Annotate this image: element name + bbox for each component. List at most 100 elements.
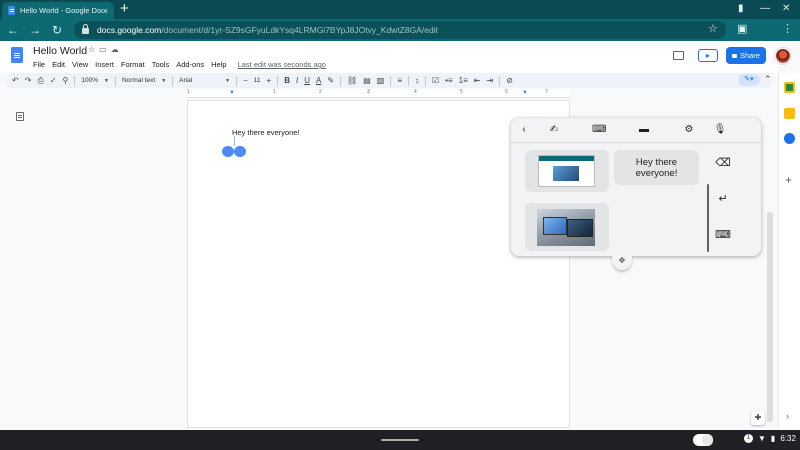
system-shelf: 1 ▼ ▮ 6:32 bbox=[0, 430, 800, 450]
pencil-icon: ✎▾ bbox=[744, 76, 754, 83]
checklist-icon[interactable]: ☑ bbox=[432, 76, 439, 85]
keep-icon[interactable] bbox=[784, 108, 795, 119]
explore-button[interactable]: ✚ bbox=[751, 411, 765, 425]
back-icon[interactable]: ← bbox=[2, 23, 24, 37]
increase-indent-icon[interactable]: ⇥ bbox=[486, 76, 493, 85]
text-color-button[interactable]: A bbox=[316, 76, 321, 85]
chevron-down-icon: ▼ bbox=[225, 77, 231, 84]
bold-button[interactable]: B bbox=[284, 76, 290, 85]
microphone-icon[interactable]: 🎙 bbox=[713, 124, 727, 135]
clipboard-item-screenshot-1[interactable] bbox=[525, 150, 609, 192]
add-comment-icon[interactable]: ▤ bbox=[363, 76, 371, 85]
style-select[interactable]: Normal text bbox=[122, 77, 155, 84]
line-spacing-icon[interactable]: ↕ bbox=[415, 76, 419, 85]
chevron-right-icon[interactable]: › bbox=[786, 411, 789, 421]
window-mode-icon[interactable]: ▮ bbox=[738, 3, 744, 14]
document-body-text[interactable]: Hey there everyone! bbox=[232, 128, 300, 137]
menu-file[interactable]: File bbox=[33, 60, 45, 69]
browser-tab[interactable]: Hello World - Google Docs × bbox=[2, 2, 114, 19]
insert-image-icon[interactable]: ▧ bbox=[377, 76, 385, 85]
bookmark-star-icon[interactable]: ☆ bbox=[708, 22, 718, 35]
menu-addons[interactable]: Add-ons bbox=[176, 60, 204, 69]
link-icon[interactable]: ⛓ bbox=[347, 76, 357, 85]
forward-icon[interactable]: → bbox=[24, 23, 46, 37]
horizontal-ruler[interactable]: 1 1 2 3 4 5 6 7 ▼ ▼ bbox=[187, 89, 570, 98]
last-edit-link[interactable]: Last edit was seconds ago bbox=[238, 60, 326, 69]
ruler-number: 2 bbox=[319, 89, 322, 95]
menu-insert[interactable]: Insert bbox=[95, 60, 114, 69]
handwriting-icon[interactable]: ✍ bbox=[547, 124, 561, 135]
close-window-icon[interactable]: ✕ bbox=[782, 3, 790, 14]
paint-format-icon[interactable]: ⚲ bbox=[63, 76, 69, 85]
font-size-increase-icon[interactable]: + bbox=[267, 76, 272, 85]
menu-view[interactable]: View bbox=[72, 60, 88, 69]
clear-formatting-icon[interactable]: ⊘ bbox=[506, 76, 513, 85]
font-size-decrease-icon[interactable]: − bbox=[243, 76, 248, 85]
spellcheck-icon[interactable]: ✓ bbox=[50, 76, 57, 85]
editing-mode-button[interactable]: ✎▾ bbox=[738, 74, 760, 86]
redo-icon[interactable]: ↷ bbox=[25, 76, 32, 85]
reload-icon[interactable]: ↻ bbox=[46, 23, 68, 37]
highlight-icon[interactable]: ✎ bbox=[327, 76, 334, 85]
url-input[interactable]: docs.google.com/document/d/1yr-SZ9sGFyuL… bbox=[74, 21, 726, 39]
cloud-status-icon[interactable]: ☁ bbox=[111, 45, 123, 54]
keyboard-icon[interactable]: ⌨ bbox=[592, 124, 606, 135]
avatar[interactable] bbox=[775, 48, 791, 64]
selection-handle-left[interactable] bbox=[222, 146, 234, 157]
settings-gear-icon[interactable]: ⚙ bbox=[682, 124, 696, 135]
print-icon[interactable]: ⎙ bbox=[37, 76, 43, 86]
menu-format[interactable]: Format bbox=[121, 60, 145, 69]
back-icon[interactable]: ‹ bbox=[517, 124, 531, 135]
bulleted-list-icon[interactable]: •≡ bbox=[445, 76, 452, 85]
dock-keyboard-icon[interactable]: ▬ bbox=[637, 124, 651, 135]
new-tab-button[interactable]: + bbox=[120, 1, 129, 17]
star-icon[interactable]: ☆ bbox=[88, 45, 99, 54]
toolbar-divider bbox=[390, 75, 392, 86]
ruler-number: 3 bbox=[367, 89, 370, 95]
extension-icon[interactable]: ▣ bbox=[737, 22, 747, 35]
comment-history-icon[interactable] bbox=[673, 51, 684, 60]
zoom-select[interactable]: 100% bbox=[81, 77, 98, 84]
clipboard-scrollbar[interactable] bbox=[707, 184, 709, 252]
document-title[interactable]: Hello World bbox=[33, 45, 87, 57]
toolbar-divider bbox=[172, 75, 174, 86]
browser-menu-icon[interactable]: ⋮ bbox=[782, 22, 793, 35]
menu-tools[interactable]: Tools bbox=[152, 60, 170, 69]
home-bar[interactable] bbox=[381, 439, 419, 441]
indent-marker-icon[interactable]: ▼ bbox=[229, 90, 235, 96]
status-tray[interactable]: 1 ▼ ▮ 6:32 bbox=[744, 434, 796, 443]
notification-badge: 1 bbox=[744, 434, 753, 443]
clipboard-item-photo[interactable] bbox=[525, 203, 609, 251]
collapse-toolbar-icon[interactable]: ⌃ bbox=[764, 74, 772, 85]
font-select[interactable]: Arial bbox=[179, 77, 219, 84]
document-outline-icon[interactable] bbox=[16, 112, 24, 121]
right-indent-marker-icon[interactable]: ▼ bbox=[522, 90, 528, 96]
move-folder-icon[interactable]: ▭ bbox=[99, 45, 111, 54]
add-addon-icon[interactable]: + bbox=[785, 173, 792, 187]
backspace-icon[interactable]: ⌫ bbox=[715, 156, 731, 169]
menu-help[interactable]: Help bbox=[211, 60, 226, 69]
battery-icon: ▮ bbox=[770, 434, 776, 443]
menu-edit[interactable]: Edit bbox=[52, 60, 65, 69]
undo-icon[interactable]: ↶ bbox=[12, 76, 19, 85]
minimize-icon[interactable]: — bbox=[760, 3, 770, 14]
stylus-tools-button[interactable] bbox=[693, 434, 713, 446]
align-icon[interactable]: ≡ bbox=[397, 76, 402, 85]
calendar-icon[interactable] bbox=[784, 82, 795, 93]
present-button[interactable]: ▸ bbox=[698, 49, 718, 62]
docs-logo-icon[interactable] bbox=[11, 47, 23, 63]
numbered-list-icon[interactable]: 1≡ bbox=[459, 76, 468, 85]
vertical-scrollbar[interactable] bbox=[767, 212, 773, 422]
enter-icon[interactable]: ↵ bbox=[715, 192, 731, 205]
close-tab-icon[interactable]: × bbox=[103, 6, 108, 16]
underline-button[interactable]: U bbox=[304, 76, 310, 85]
italic-button[interactable]: I bbox=[296, 76, 298, 85]
hide-keyboard-icon[interactable]: ⌨ bbox=[715, 228, 731, 241]
tasks-icon[interactable] bbox=[784, 133, 795, 144]
font-size-input[interactable]: 11 bbox=[254, 77, 261, 84]
side-panel: + › bbox=[778, 73, 800, 430]
clipboard-item-text[interactable]: Hey there everyone! bbox=[614, 150, 699, 185]
share-button[interactable]: Share bbox=[726, 47, 766, 64]
decrease-indent-icon[interactable]: ⇤ bbox=[474, 76, 481, 85]
selection-handle-right[interactable] bbox=[234, 146, 246, 157]
